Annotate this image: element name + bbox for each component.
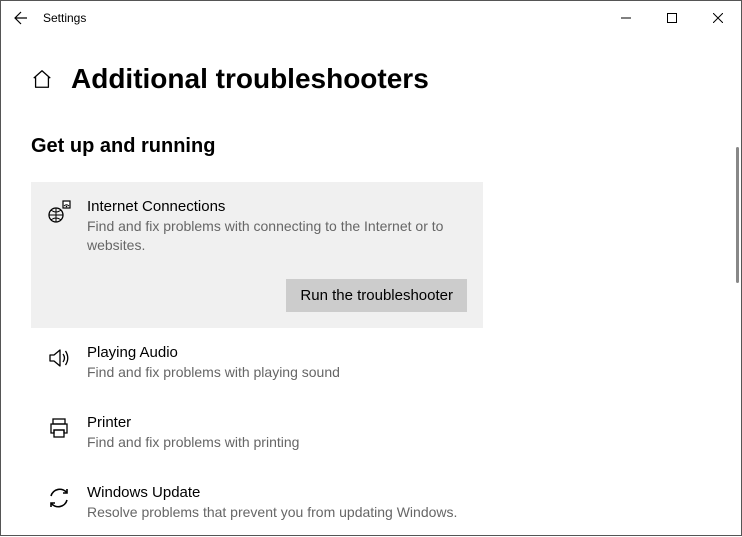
scrollbar-thumb[interactable] [736,147,739,283]
minimize-button[interactable] [603,1,649,35]
minimize-icon [621,13,631,23]
home-icon[interactable] [31,68,53,90]
troubleshooter-title: Internet Connections [87,198,467,215]
back-button[interactable] [1,1,41,35]
app-title: Settings [41,11,86,25]
troubleshooter-playing-audio[interactable]: Playing Audio Find and fix problems with… [31,328,483,398]
troubleshooter-title: Windows Update [87,484,467,501]
troubleshooter-title: Playing Audio [87,344,467,361]
close-button[interactable] [695,1,741,35]
speaker-icon [47,346,71,370]
run-troubleshooter-button[interactable]: Run the troubleshooter [286,279,467,312]
page-title: Additional troubleshooters [71,63,429,95]
titlebar: Settings [1,1,741,35]
troubleshooter-desc: Find and fix problems with printing [87,433,467,452]
maximize-icon [667,13,677,23]
troubleshooter-internet-connections[interactable]: Internet Connections Find and fix proble… [31,182,483,328]
troubleshooter-text: Internet Connections Find and fix proble… [87,198,467,255]
troubleshooter-text: Windows Update Resolve problems that pre… [87,484,467,522]
troubleshooter-desc: Resolve problems that prevent you from u… [87,503,467,522]
troubleshooter-text: Playing Audio Find and fix problems with… [87,344,467,382]
sync-icon [47,486,71,510]
troubleshooter-printer[interactable]: Printer Find and fix problems with print… [31,398,483,468]
section-title: Get up and running [31,135,711,158]
troubleshooter-text: Printer Find and fix problems with print… [87,414,467,452]
troubleshooter-list: Internet Connections Find and fix proble… [31,182,483,537]
maximize-button[interactable] [649,1,695,35]
window-controls [603,1,741,35]
troubleshooter-title: Printer [87,414,467,431]
page-content: Additional troubleshooters Get up and ru… [1,35,741,537]
printer-icon [47,416,71,440]
run-row: Run the troubleshooter [47,279,467,312]
globe-wifi-icon [47,200,71,224]
troubleshooter-desc: Find and fix problems with playing sound [87,363,467,382]
close-icon [713,13,723,23]
page-header: Additional troubleshooters [31,63,711,95]
troubleshooter-windows-update[interactable]: Windows Update Resolve problems that pre… [31,468,483,537]
troubleshooter-desc: Find and fix problems with connecting to… [87,217,467,255]
arrow-left-icon [13,10,29,26]
